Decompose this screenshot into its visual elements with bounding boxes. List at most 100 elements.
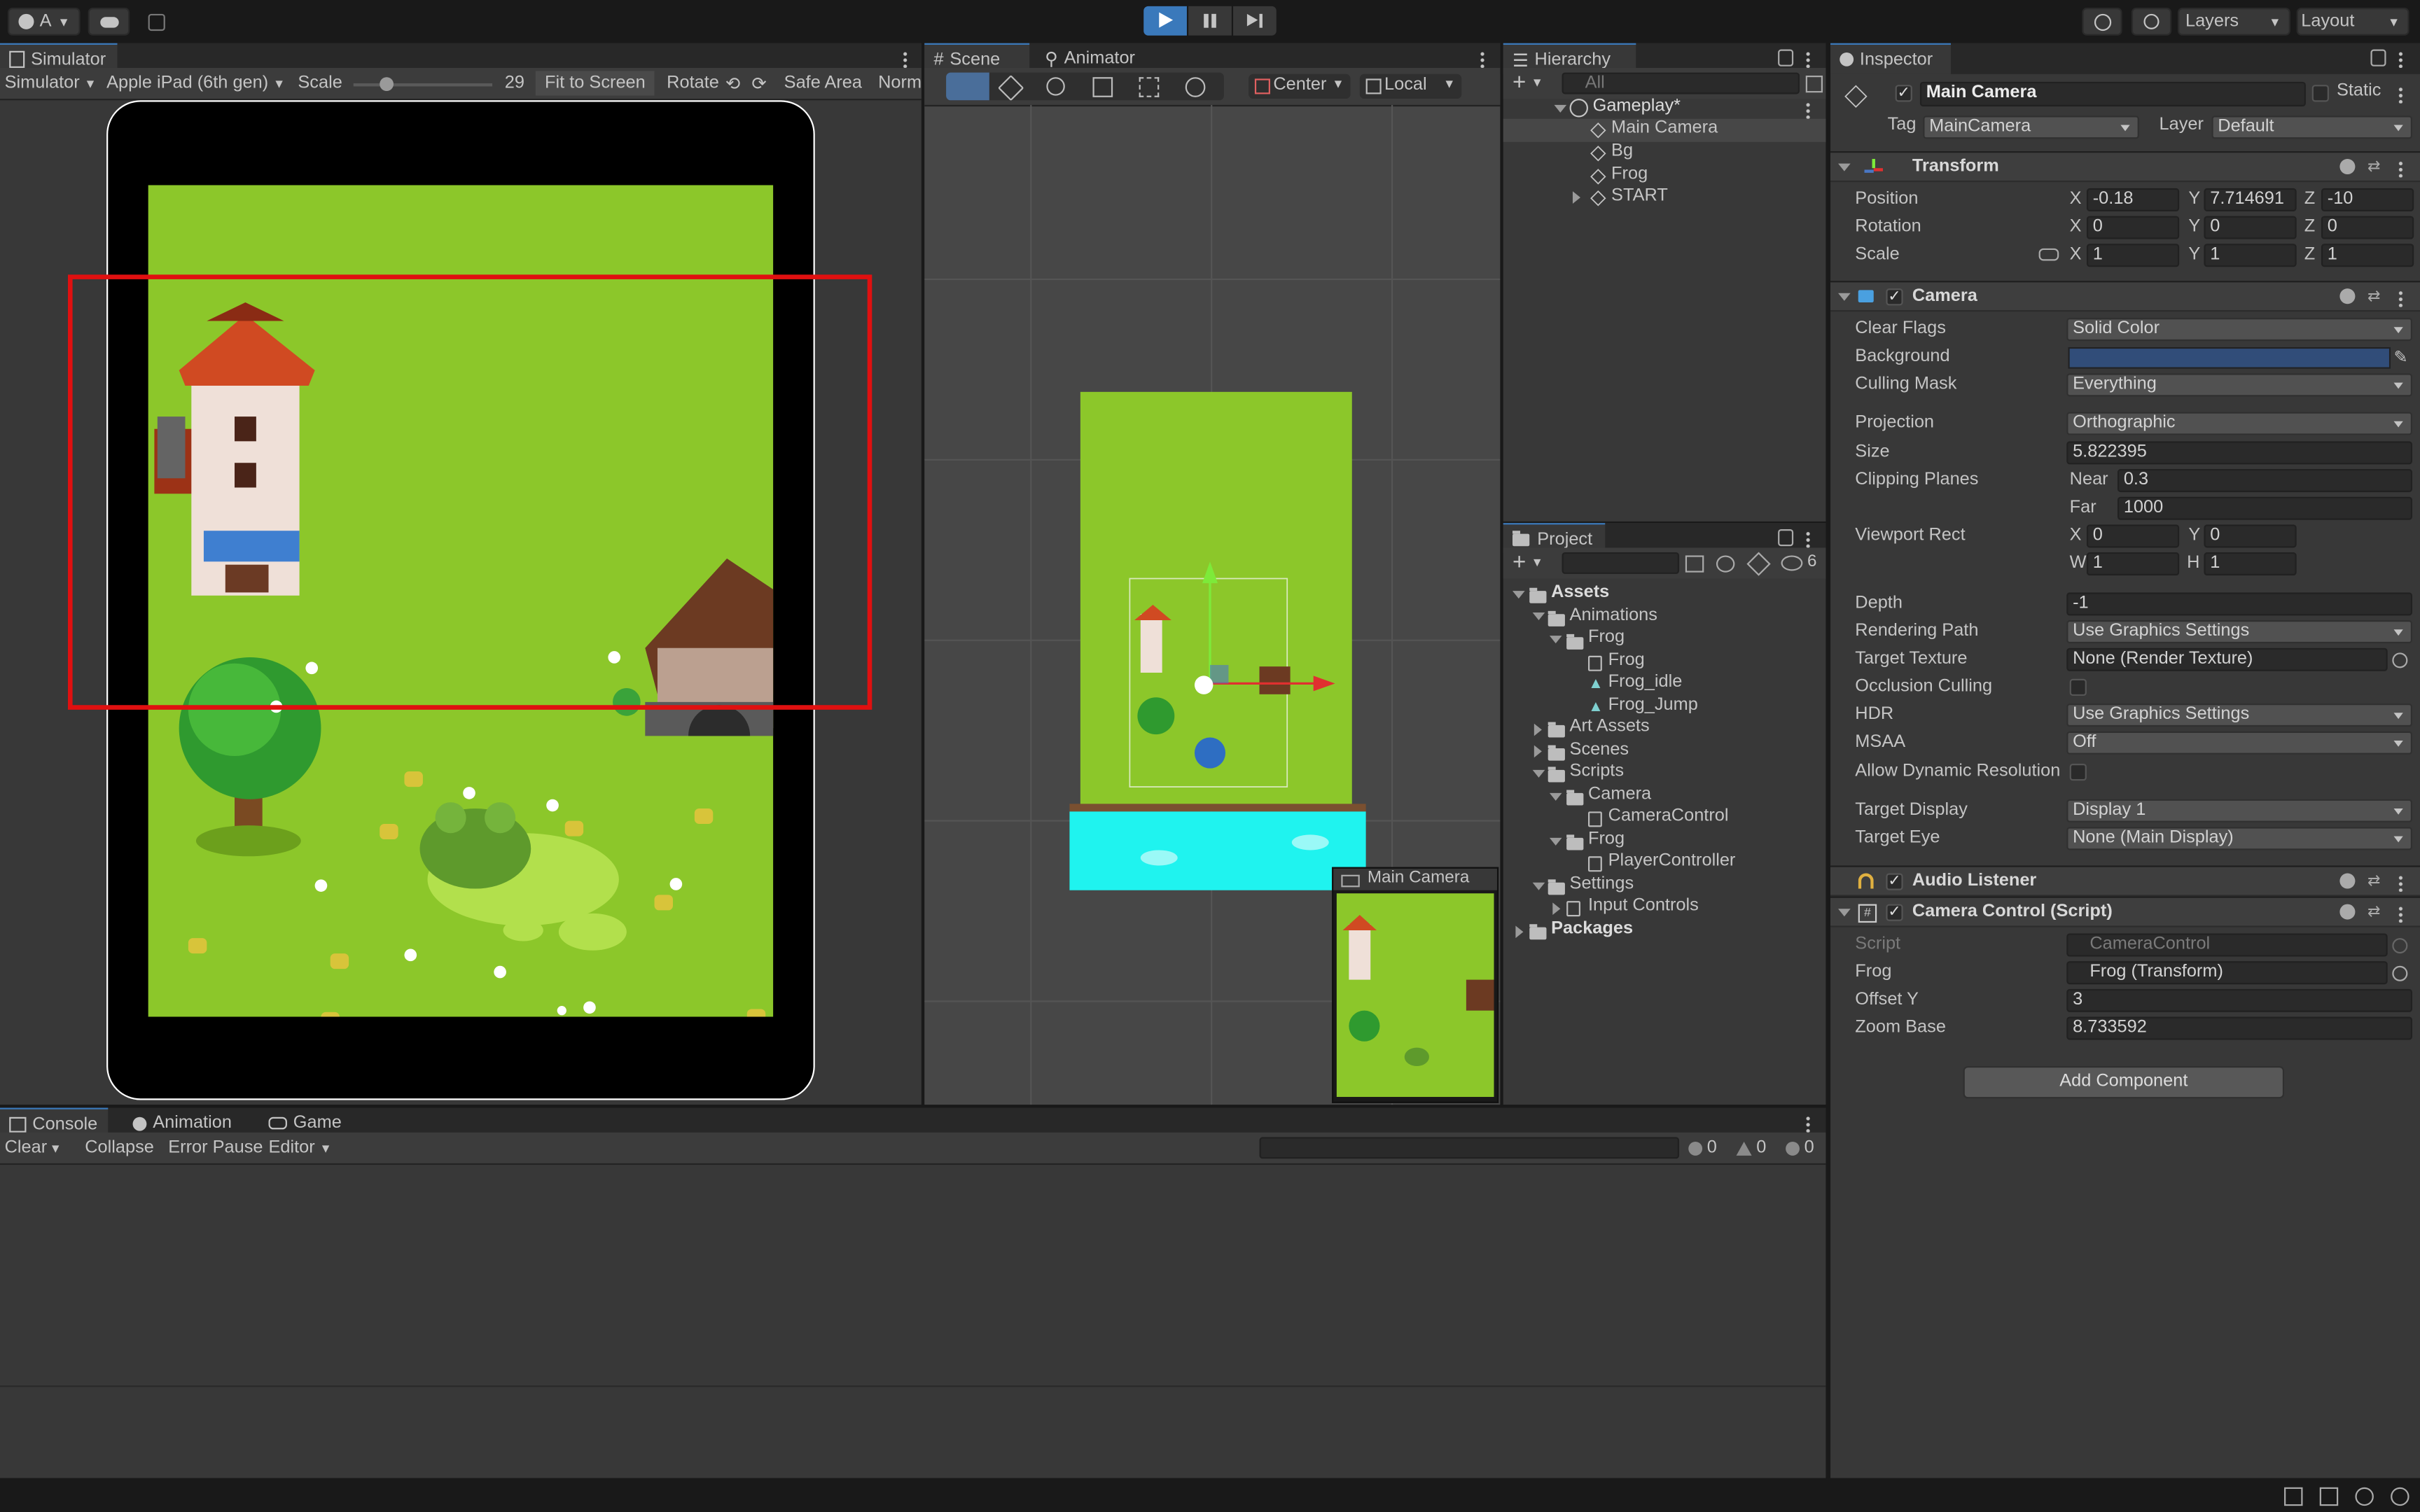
help-icon[interactable] — [2339, 873, 2356, 889]
project-camera-folder[interactable]: Camera — [1588, 785, 1651, 804]
layers-dropdown[interactable]: Layers ▼ — [2177, 8, 2290, 36]
clear-options-chevron-icon[interactable]: ▼ — [50, 1135, 62, 1160]
component-menu-icon[interactable] — [2398, 290, 2403, 307]
space-dropdown[interactable]: Local ▼ — [1359, 74, 1462, 99]
constrain-proportions-icon[interactable] — [2038, 248, 2059, 261]
expand-icon[interactable] — [1512, 591, 1525, 599]
add-component-button[interactable]: Add Component — [1963, 1066, 2285, 1099]
camera-enabled-checkbox[interactable]: ✓ — [1886, 288, 1903, 306]
panel-menu-icon[interactable] — [2398, 50, 2403, 68]
depth-field[interactable]: -1 — [2066, 592, 2412, 616]
scene-name[interactable]: Gameplay* — [1593, 97, 1681, 115]
collapse-icon[interactable] — [1838, 909, 1851, 917]
collapse-icon[interactable] — [1838, 163, 1851, 172]
audio-listener-header[interactable]: ✓ Audio Listener ⇄ — [1830, 865, 2420, 897]
expand-icon[interactable] — [1534, 745, 1542, 758]
expand-icon[interactable] — [1515, 925, 1524, 939]
project-frog-folder[interactable]: Frog — [1588, 830, 1625, 848]
audio-listener-checkbox[interactable]: ✓ — [1886, 873, 1903, 890]
editor-dropdown[interactable]: Editor ▼ — [269, 1135, 332, 1160]
background-color-swatch[interactable] — [2068, 346, 2391, 369]
expand-icon[interactable] — [1549, 792, 1562, 801]
safe-area-button[interactable]: Safe Area — [784, 71, 862, 95]
expand-icon[interactable] — [1554, 104, 1567, 113]
clear-flags-dropdown[interactable]: Solid Color — [2066, 318, 2412, 342]
presets-icon[interactable]: ⇄ — [2367, 874, 2380, 890]
search-by-label-icon[interactable] — [1716, 555, 1735, 573]
panel-menu-icon[interactable] — [903, 50, 908, 68]
error-filter-button[interactable]: 0 — [1786, 1135, 1814, 1160]
log-filter-button[interactable]: 0 — [1688, 1135, 1717, 1160]
project-packages[interactable]: Packages — [1551, 920, 1633, 938]
scale-slider-handle[interactable] — [380, 77, 394, 92]
viewport-x-field[interactable]: 0 — [2086, 524, 2180, 548]
object-picker-icon[interactable] — [2392, 652, 2408, 668]
project-search-input[interactable] — [1562, 552, 1680, 574]
scale-x-field[interactable]: 1 — [2086, 244, 2180, 267]
scale-z-field[interactable]: 1 — [2321, 244, 2414, 267]
frog-field[interactable]: Frog (Transform) — [2066, 961, 2388, 985]
hierarchy-item-bg[interactable]: Bg — [1503, 142, 1826, 165]
tag-dropdown[interactable]: MainCamera — [1923, 115, 2139, 139]
component-menu-icon[interactable] — [2398, 874, 2403, 892]
debug-mode-icon[interactable] — [2284, 1487, 2303, 1506]
hand-tool-icon[interactable] — [946, 72, 989, 101]
project-anim-frog-jump[interactable]: Frog_Jump — [1608, 696, 1698, 714]
help-icon[interactable] — [2339, 288, 2356, 304]
component-menu-icon[interactable] — [2398, 160, 2403, 178]
zoom-base-field[interactable]: 8.733592 — [2066, 1016, 2412, 1040]
chevron-down-icon[interactable]: ▼ — [1531, 555, 1543, 569]
simulator-mode-dropdown[interactable]: Simulator ▼ — [5, 71, 97, 95]
projection-dropdown[interactable]: Orthographic — [2066, 412, 2412, 435]
eyedropper-icon[interactable]: ✎ — [2394, 347, 2408, 367]
search-button[interactable] — [2131, 8, 2172, 36]
rotation-x-field[interactable]: 0 — [2086, 216, 2180, 239]
lock-icon[interactable] — [2370, 49, 2386, 66]
active-checkbox[interactable]: ✓ — [1895, 85, 1912, 102]
camera-control-header[interactable]: # ✓ Camera Control (Script) ⇄ — [1830, 896, 2420, 927]
expand-icon[interactable] — [1552, 902, 1561, 916]
collapse-button[interactable]: Collapse — [85, 1135, 154, 1160]
play-button[interactable] — [1143, 6, 1187, 36]
hierarchy-search-input[interactable]: All — [1562, 72, 1800, 94]
cache-server-icon[interactable] — [2355, 1487, 2374, 1506]
layer-dropdown[interactable]: Default — [2211, 115, 2412, 139]
device-dropdown[interactable]: Apple iPad (6th gen) ▼ — [106, 71, 285, 95]
help-icon[interactable] — [2339, 904, 2356, 920]
hierarchy-item-start[interactable]: START — [1503, 187, 1826, 210]
rotation-y-field[interactable]: 0 — [2204, 216, 2297, 239]
rotate-right-icon[interactable]: ⟳ — [751, 71, 766, 95]
panel-menu-icon[interactable] — [1805, 531, 1811, 548]
msaa-dropdown[interactable]: Off — [2066, 731, 2412, 755]
presets-icon[interactable]: ⇄ — [2367, 904, 2380, 921]
hdr-dropdown[interactable]: Use Graphics Settings — [2066, 704, 2412, 727]
search-by-type-icon[interactable] — [1685, 555, 1704, 573]
near-field[interactable]: 0.3 — [2118, 469, 2412, 493]
camera-control-checkbox[interactable]: ✓ — [1886, 904, 1903, 921]
fit-to-screen-button[interactable]: Fit to Screen — [535, 71, 655, 96]
expand-icon[interactable] — [1549, 837, 1562, 846]
presets-icon[interactable]: ⇄ — [2367, 288, 2380, 305]
target-eye-dropdown[interactable]: None (Main Display) — [2066, 827, 2412, 850]
help-icon[interactable] — [2339, 159, 2356, 175]
culling-mask-dropdown[interactable]: Everything — [2066, 373, 2412, 397]
viewport-w-field[interactable]: 1 — [2086, 552, 2180, 576]
object-picker-icon[interactable] — [2392, 965, 2408, 981]
offset-y-field[interactable]: 3 — [2066, 988, 2412, 1012]
project-scripts[interactable]: Scripts — [1570, 762, 1624, 780]
expand-icon[interactable] — [1532, 612, 1545, 621]
project-settings[interactable]: Settings — [1570, 875, 1634, 893]
chevron-down-icon[interactable]: ▼ — [1531, 76, 1543, 90]
dynamic-resolution-checkbox[interactable] — [2069, 764, 2087, 781]
error-pause-button[interactable]: Error Pause — [168, 1135, 263, 1160]
expand-icon[interactable] — [1572, 191, 1580, 204]
project-anim-frog[interactable]: Frog — [1608, 651, 1645, 669]
collab-button[interactable] — [139, 8, 172, 36]
history-button[interactable] — [2082, 8, 2122, 36]
far-field[interactable]: 1000 — [2118, 496, 2412, 520]
project-input-controls[interactable]: Input Controls — [1588, 897, 1699, 915]
project-camera-control[interactable]: CameraControl — [1608, 807, 1729, 825]
scene-menu-icon[interactable] — [1805, 102, 1811, 119]
move-tool-icon[interactable] — [997, 74, 1024, 102]
target-texture-field[interactable]: None (Render Texture) — [2066, 648, 2388, 671]
